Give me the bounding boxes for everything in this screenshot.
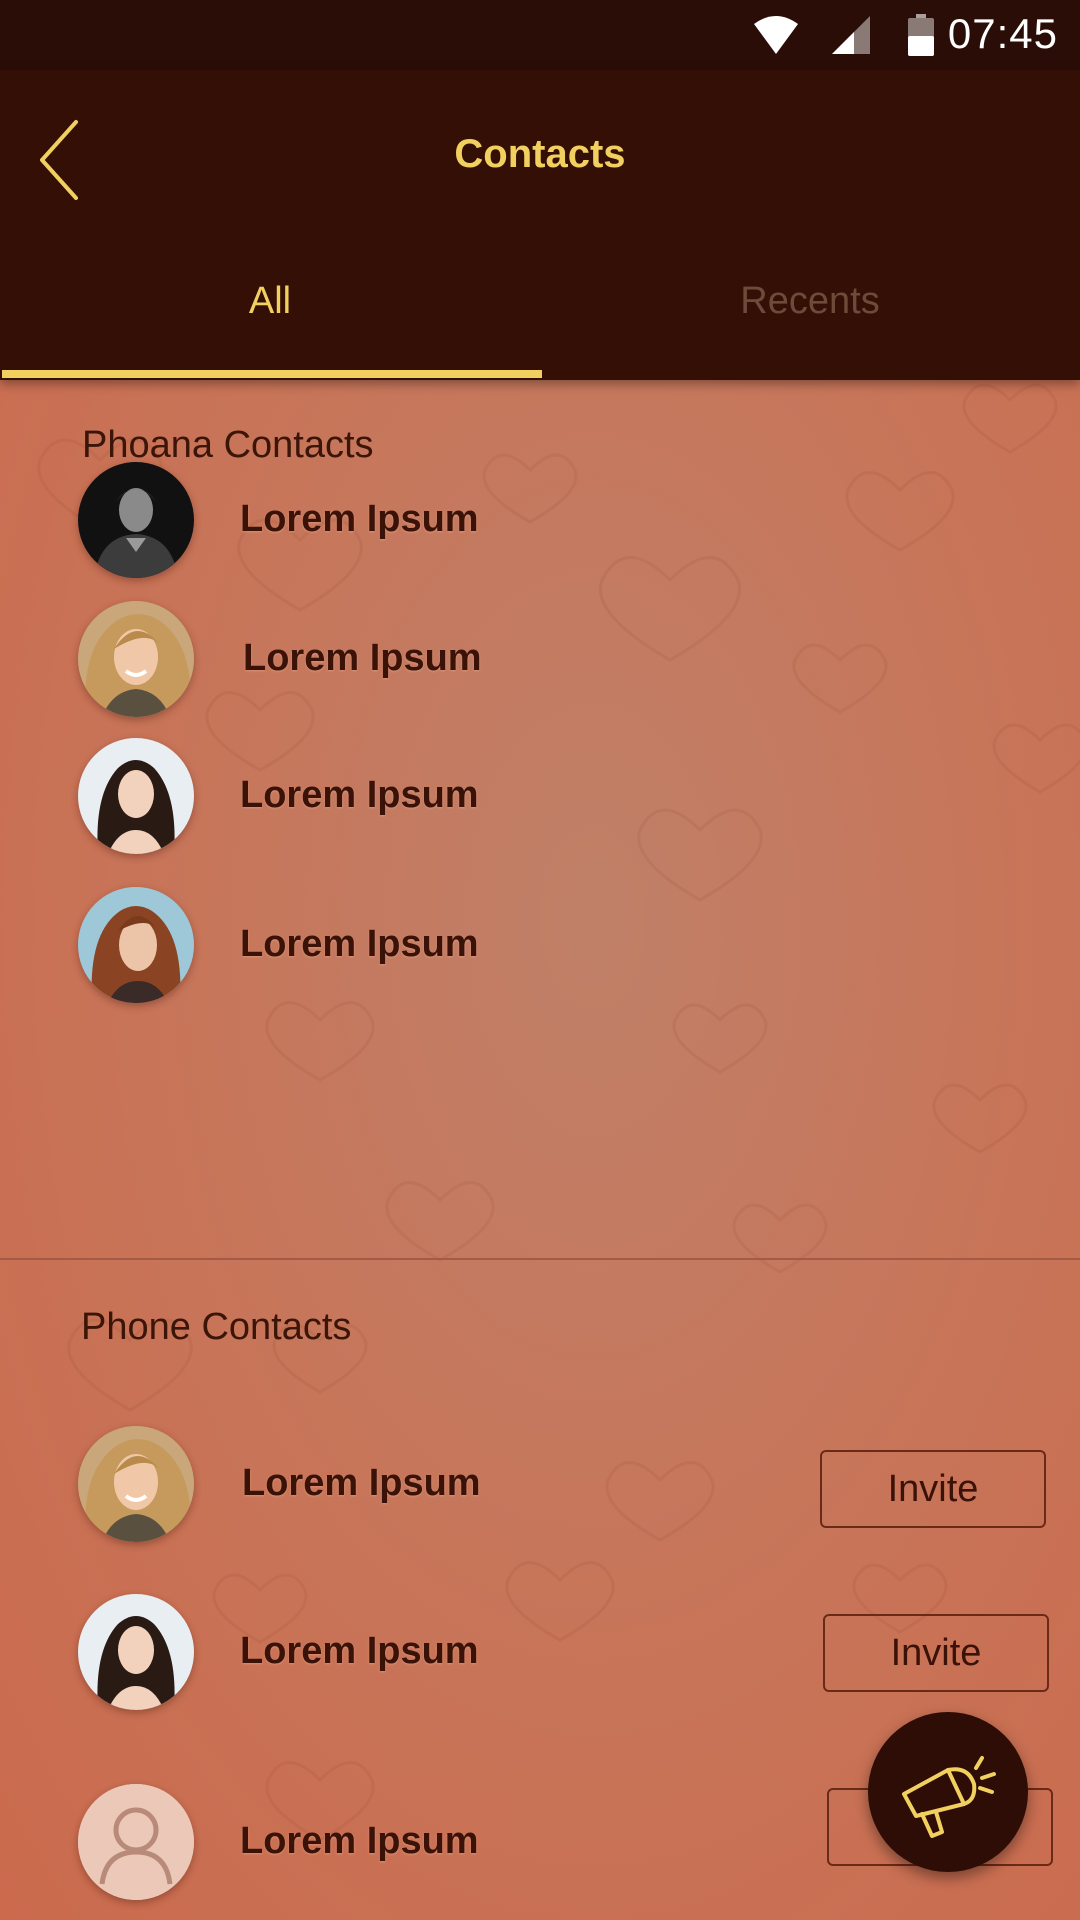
avatar (78, 1784, 194, 1900)
avatar (78, 738, 194, 854)
app-bar: Contacts All Recents (0, 70, 1080, 380)
active-tab-indicator (2, 370, 542, 378)
blonde-woman-photo-icon (78, 601, 194, 717)
battery-icon (908, 14, 934, 56)
contacts-list[interactable]: Phoana Contacts Lorem Ipsum Lorem Ipsum … (0, 380, 1080, 1920)
contact-row[interactable]: Lorem Ipsum Invite (0, 1594, 1080, 1724)
contact-row[interactable]: Lorem Ipsum (0, 738, 1080, 868)
signal-icon (832, 16, 870, 54)
asian-woman-photo-icon (78, 738, 194, 854)
avatar (78, 887, 194, 1003)
default-person-icon (78, 1784, 194, 1900)
contact-row[interactable]: Lorem Ipsum (0, 462, 1080, 592)
contact-name: Lorem Ipsum (240, 1820, 479, 1862)
avatar (78, 1426, 194, 1542)
contact-row[interactable]: Lorem Ipsum (0, 601, 1080, 731)
contact-name: Lorem Ipsum (240, 774, 479, 816)
contact-name: Lorem Ipsum (240, 923, 479, 965)
status-bar: 07:45 (0, 0, 1080, 70)
tab-all[interactable]: All (0, 280, 540, 323)
contact-row[interactable]: Lorem Ipsum Invite (0, 1426, 1080, 1556)
broadcast-fab-button[interactable] (868, 1712, 1028, 1872)
avatar (78, 462, 194, 578)
redhead-woman-photo-icon (78, 887, 194, 1003)
asian-woman-photo-icon (78, 1594, 194, 1710)
megaphone-icon (902, 1756, 996, 1838)
avatar (78, 1594, 194, 1710)
status-time: 07:45 (947, 10, 1058, 57)
contact-name: Lorem Ipsum (242, 1462, 481, 1504)
blonde-woman-photo-icon (78, 1426, 194, 1542)
page-title: Contacts (454, 132, 626, 176)
section-divider (0, 1258, 1080, 1260)
invite-button[interactable]: Invite (820, 1450, 1046, 1528)
avatar (78, 601, 194, 717)
contact-name: Lorem Ipsum (240, 1630, 479, 1672)
contact-row[interactable]: Lorem Ipsum (0, 887, 1080, 1017)
invite-button[interactable]: Invite (823, 1614, 1049, 1692)
contact-name: Lorem Ipsum (243, 637, 482, 679)
contact-name: Lorem Ipsum (240, 498, 479, 540)
section-title-phoana-contacts: Phoana Contacts (82, 424, 374, 466)
tab-recents[interactable]: Recents (540, 280, 1080, 323)
section-title-phone-contacts: Phone Contacts (81, 1306, 352, 1348)
man-dark-photo-icon (78, 462, 194, 578)
wifi-icon (754, 16, 798, 54)
